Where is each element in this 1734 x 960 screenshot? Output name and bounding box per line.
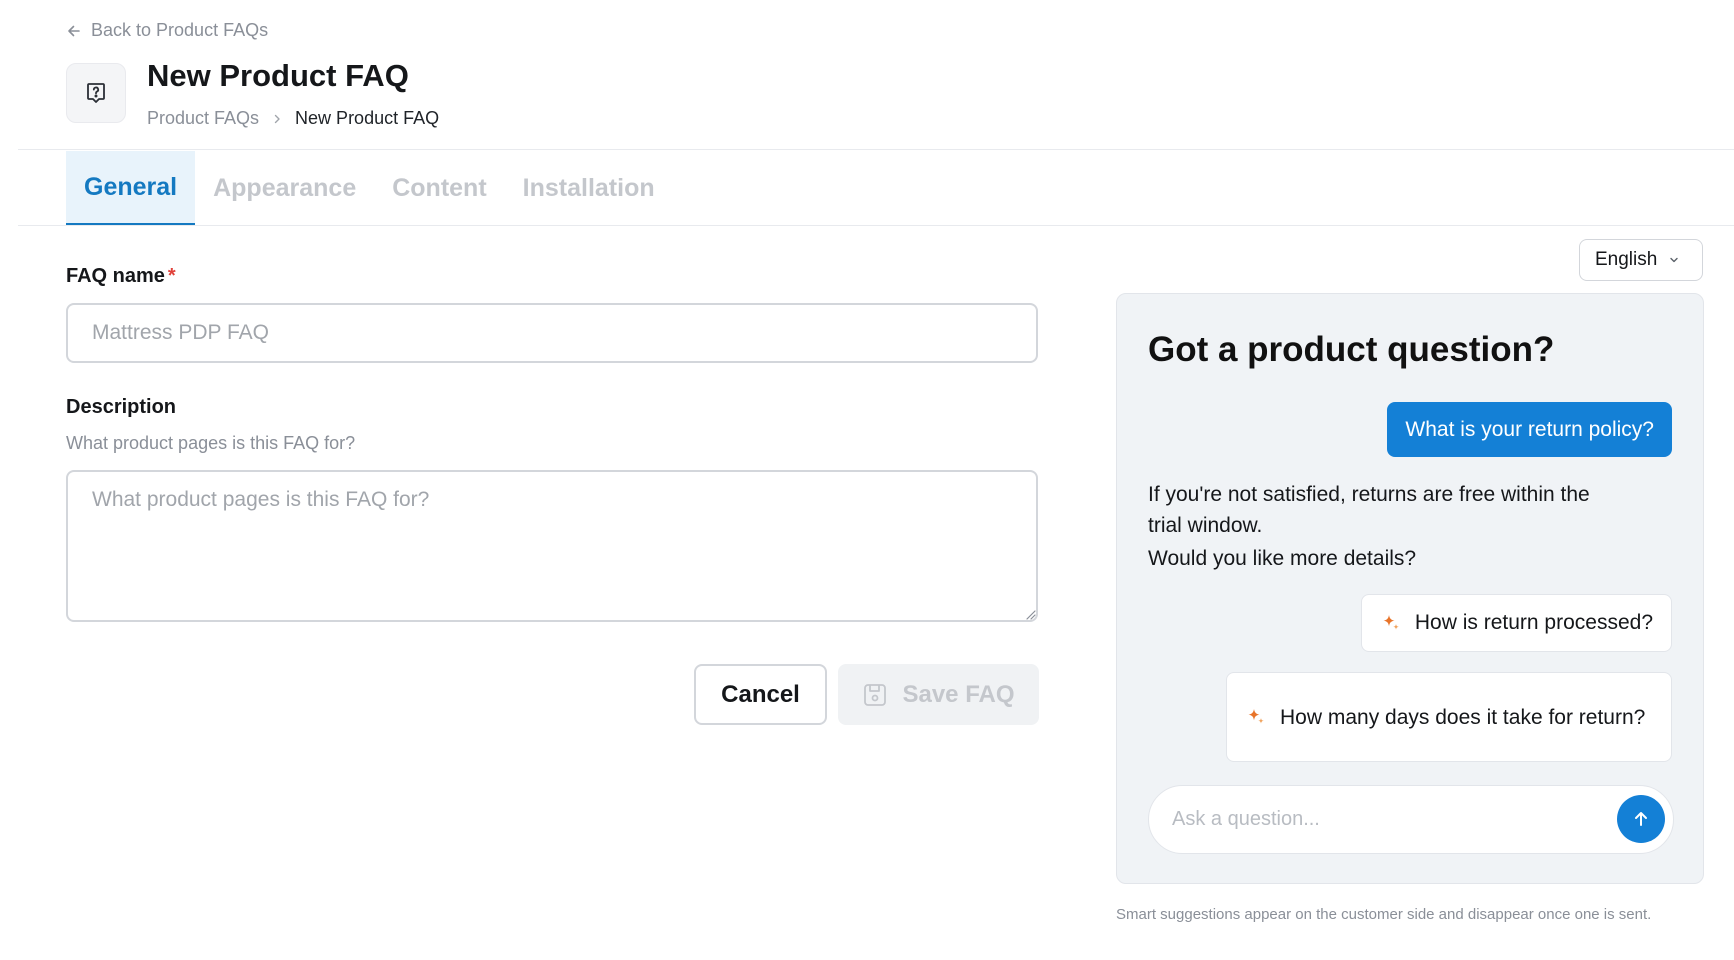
chat-preview-panel: Got a product question? What is your ret… <box>1116 293 1704 884</box>
language-select[interactable]: English <box>1579 239 1703 281</box>
save-faq-button[interactable]: Save FAQ <box>838 664 1039 725</box>
description-helper-text: What product pages is this FAQ for? <box>66 433 356 453</box>
suggestion-chip[interactable]: How is return processed? <box>1360 594 1672 652</box>
back-link-label: Back to Product FAQs <box>91 20 269 40</box>
cancel-button[interactable]: Cancel <box>694 664 827 725</box>
language-selected: English <box>1595 249 1658 270</box>
faq-name-label-text: FAQ name <box>66 265 165 287</box>
question-bubble-icon <box>87 83 105 103</box>
bot-message: If you're not satisfied, returns are fre… <box>1148 483 1590 537</box>
user-message-bubble: What is your return policy? <box>1387 402 1672 457</box>
ask-question-input[interactable] <box>1172 786 1592 852</box>
suggestion-chip[interactable]: How many days does it take for return? <box>1226 672 1672 762</box>
description-textarea[interactable] <box>66 470 1038 622</box>
chevron-down-icon <box>1670 257 1679 263</box>
tab-appearance[interactable]: Appearance <box>195 151 374 226</box>
arrow-up-icon <box>1635 812 1647 826</box>
preview-title: Got a product question? <box>1148 330 1555 369</box>
ask-question-field <box>1148 785 1674 854</box>
faq-page-icon <box>66 63 126 123</box>
chevron-right-icon <box>274 114 280 123</box>
arrow-left-icon <box>68 25 80 36</box>
header-divider <box>18 149 1734 150</box>
page-title: New Product FAQ <box>147 58 409 93</box>
resize-grip-icon[interactable] <box>1025 609 1036 620</box>
suggestion-label: How many days does it take for return? <box>1280 705 1646 729</box>
description-label: Description <box>66 396 177 418</box>
sparkle-icon <box>1248 709 1264 724</box>
required-marker: * <box>167 265 176 287</box>
tab-general[interactable]: General <box>66 151 196 226</box>
save-icon <box>864 683 887 706</box>
bot-followup: Would you like more details? <box>1148 547 1417 570</box>
suggestion-label: How is return processed? <box>1414 611 1653 634</box>
tab-content[interactable]: Content <box>374 151 504 226</box>
sparkle-icon <box>1383 615 1399 630</box>
tab-bar: General Appearance Content Installation <box>66 151 673 226</box>
tabs-divider <box>18 225 1734 226</box>
save-faq-label: Save FAQ <box>902 680 1015 708</box>
breadcrumb-current: New Product FAQ <box>295 108 440 128</box>
faq-name-input[interactable] <box>66 303 1038 363</box>
breadcrumb-parent-link[interactable]: Product FAQs <box>147 108 259 129</box>
breadcrumb: Product FAQs New Product FAQ <box>147 108 439 129</box>
preview-footnote: Smart suggestions appear on the customer… <box>1116 906 1652 923</box>
send-button[interactable] <box>1617 795 1665 843</box>
faq-name-label: FAQ name * <box>66 265 176 288</box>
back-link[interactable]: Back to Product FAQs <box>66 20 268 41</box>
tab-installation[interactable]: Installation <box>505 151 673 226</box>
